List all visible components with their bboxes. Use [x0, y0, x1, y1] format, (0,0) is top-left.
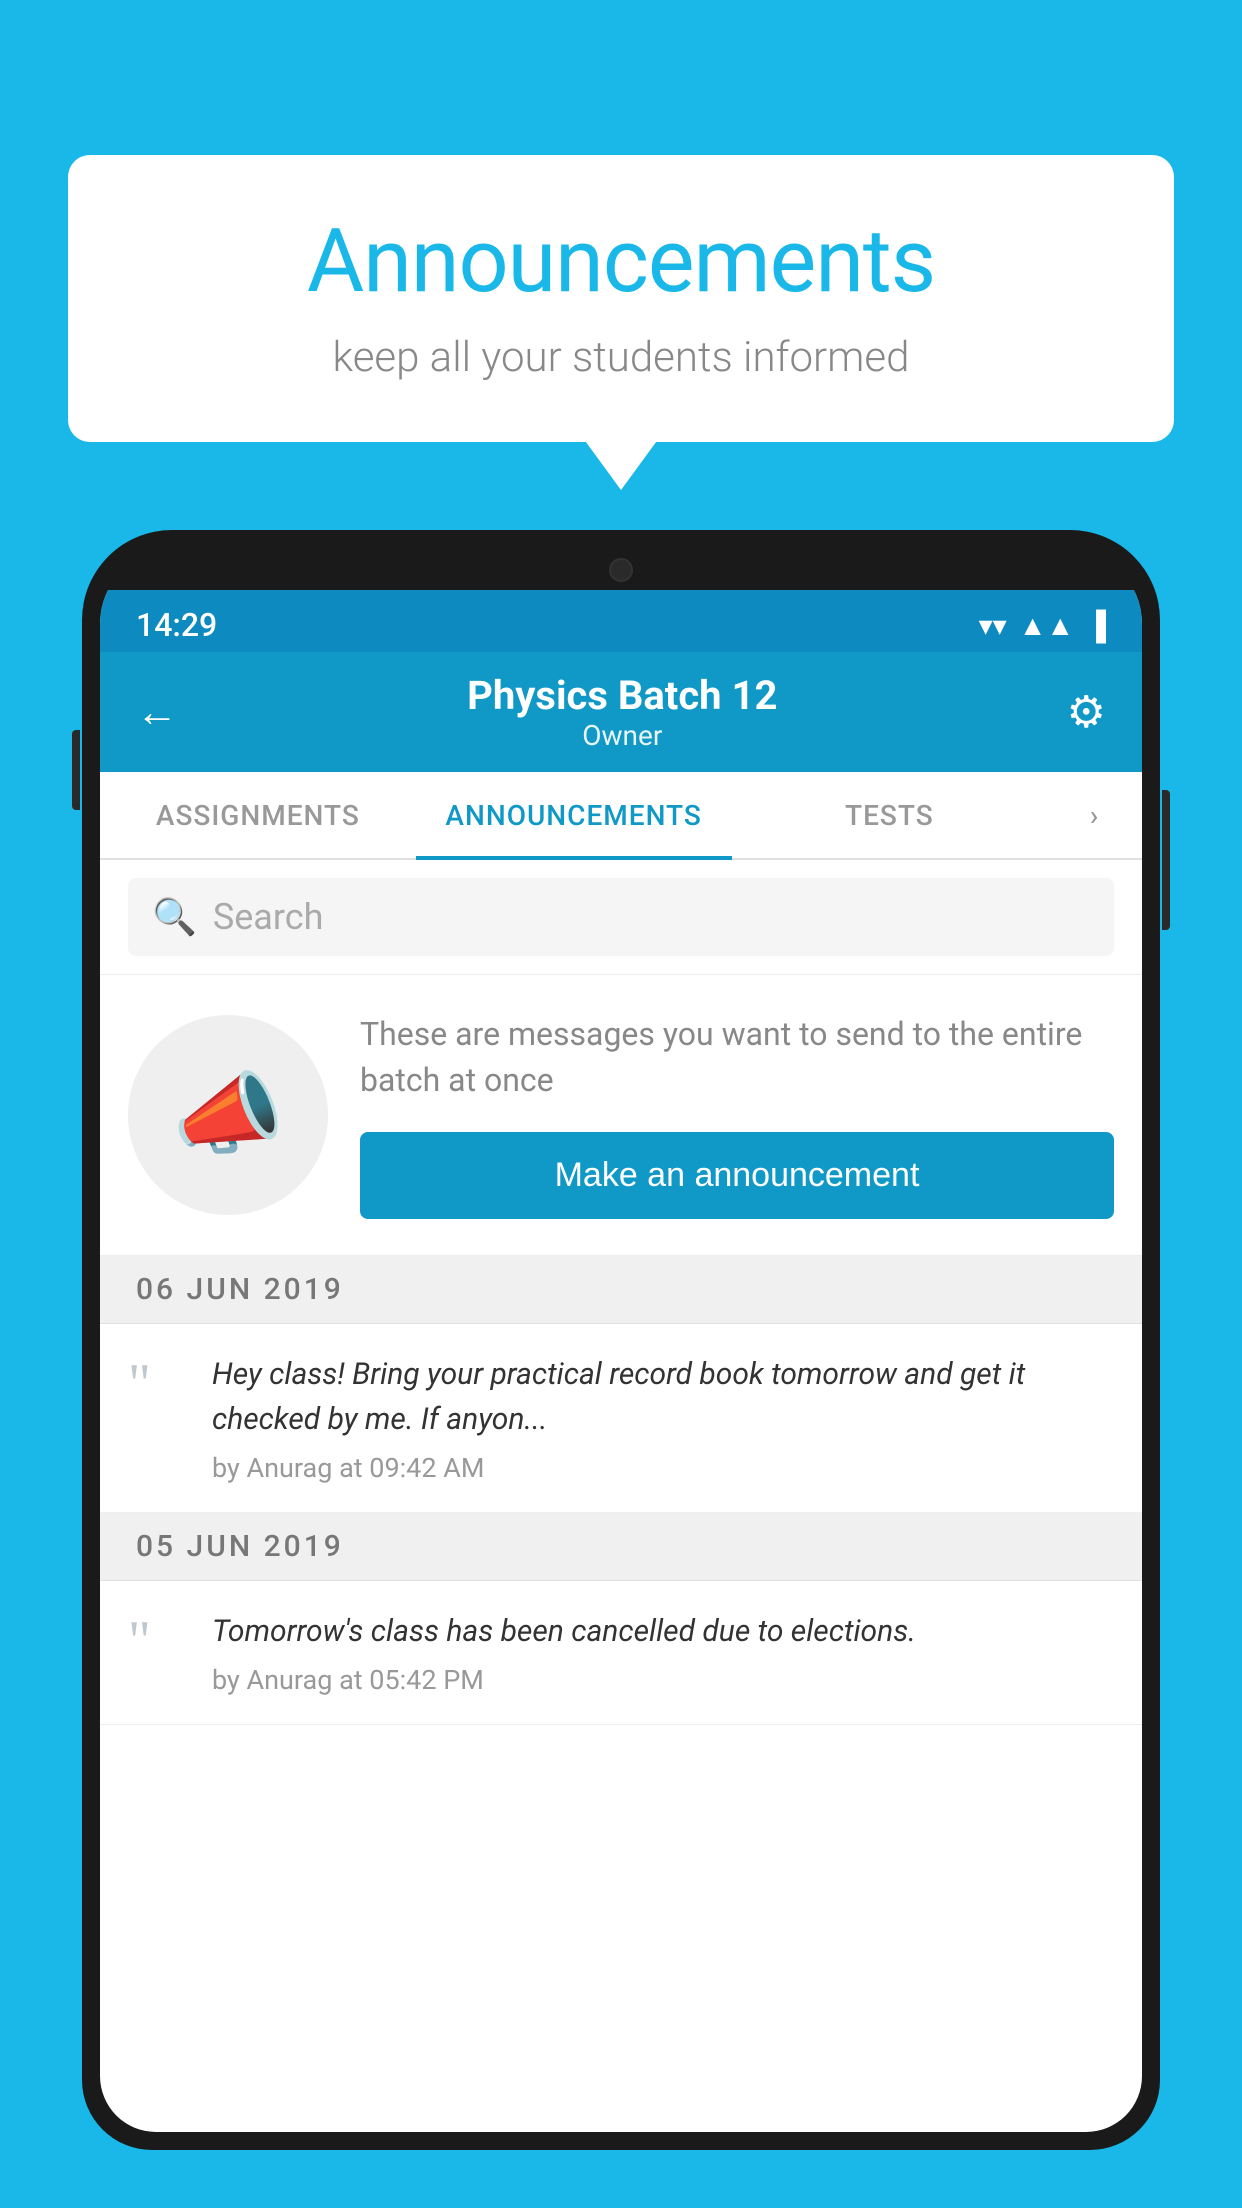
- prompt-description: These are messages you want to send to t…: [360, 1011, 1114, 1104]
- tab-tests[interactable]: TESTS: [732, 772, 1048, 858]
- announcement-content-1: Hey class! Bring your practical record b…: [212, 1352, 1114, 1484]
- phone-outer: 14:29 ▾▾ ▲▲ ▐ ← Physics Batch 12 Owner ⚙: [82, 530, 1160, 2150]
- phone-notch: [541, 548, 701, 590]
- tab-assignments[interactable]: ASSIGNMENTS: [100, 772, 416, 858]
- search-icon: 🔍: [152, 896, 197, 938]
- bubble-title: Announcements: [128, 210, 1114, 313]
- status-bar: 14:29 ▾▾ ▲▲ ▐: [100, 590, 1142, 652]
- speech-bubble-container: Announcements keep all your students inf…: [68, 155, 1174, 442]
- tab-more[interactable]: ›: [1047, 772, 1142, 858]
- megaphone-circle: 📣: [128, 1015, 328, 1215]
- search-input-wrap[interactable]: 🔍 Search: [128, 878, 1114, 956]
- announcement-prompt: 📣 These are messages you want to send to…: [100, 975, 1142, 1256]
- search-placeholder-text: Search: [213, 896, 324, 938]
- phone-content: 14:29 ▾▾ ▲▲ ▐ ← Physics Batch 12 Owner ⚙: [100, 590, 1142, 2132]
- phone-inner: 14:29 ▾▾ ▲▲ ▐ ← Physics Batch 12 Owner ⚙: [100, 548, 1142, 2132]
- side-button-right: [1162, 790, 1170, 930]
- status-time: 14:29: [136, 606, 217, 644]
- bubble-subtitle: keep all your students informed: [128, 333, 1114, 382]
- search-bar: 🔍 Search: [100, 860, 1142, 975]
- announcement-content-2: Tomorrow's class has been cancelled due …: [212, 1609, 1114, 1696]
- megaphone-icon: 📣: [172, 1062, 284, 1167]
- quote-icon-2: ": [128, 1613, 188, 1669]
- date-separator-1: 06 JUN 2019: [100, 1256, 1142, 1324]
- phone-camera: [609, 558, 633, 582]
- announcement-item-2: " Tomorrow's class has been cancelled du…: [100, 1581, 1142, 1725]
- announcement-meta-2: by Anurag at 05:42 PM: [212, 1664, 1114, 1696]
- tab-announcements[interactable]: ANNOUNCEMENTS: [416, 772, 732, 858]
- header-title: Physics Batch 12: [467, 672, 777, 719]
- prompt-right: These are messages you want to send to t…: [360, 1011, 1114, 1219]
- header-title-group: Physics Batch 12 Owner: [467, 672, 777, 752]
- announcement-text-1: Hey class! Bring your practical record b…: [212, 1352, 1114, 1442]
- back-button[interactable]: ←: [136, 688, 178, 737]
- quote-icon-1: ": [128, 1356, 188, 1412]
- date-separator-2: 05 JUN 2019: [100, 1513, 1142, 1581]
- phone-mockup: 14:29 ▾▾ ▲▲ ▐ ← Physics Batch 12 Owner ⚙: [82, 530, 1160, 2208]
- tab-more-icon: ›: [1090, 799, 1099, 832]
- speech-bubble: Announcements keep all your students inf…: [68, 155, 1174, 442]
- wifi-icon: ▾▾: [979, 609, 1007, 642]
- settings-icon[interactable]: ⚙: [1067, 686, 1106, 738]
- tabs-bar: ASSIGNMENTS ANNOUNCEMENTS TESTS ›: [100, 772, 1142, 860]
- announcement-item-1: " Hey class! Bring your practical record…: [100, 1324, 1142, 1513]
- signal-icon: ▲▲: [1019, 609, 1074, 642]
- status-icons: ▾▾ ▲▲ ▐: [979, 609, 1106, 642]
- header-subtitle: Owner: [467, 719, 777, 752]
- announcement-text-2: Tomorrow's class has been cancelled due …: [212, 1609, 1114, 1654]
- make-announcement-button[interactable]: Make an announcement: [360, 1132, 1114, 1219]
- announcement-meta-1: by Anurag at 09:42 AM: [212, 1452, 1114, 1484]
- battery-icon: ▐: [1086, 609, 1106, 642]
- side-button-left: [72, 730, 80, 810]
- app-header: ← Physics Batch 12 Owner ⚙: [100, 652, 1142, 772]
